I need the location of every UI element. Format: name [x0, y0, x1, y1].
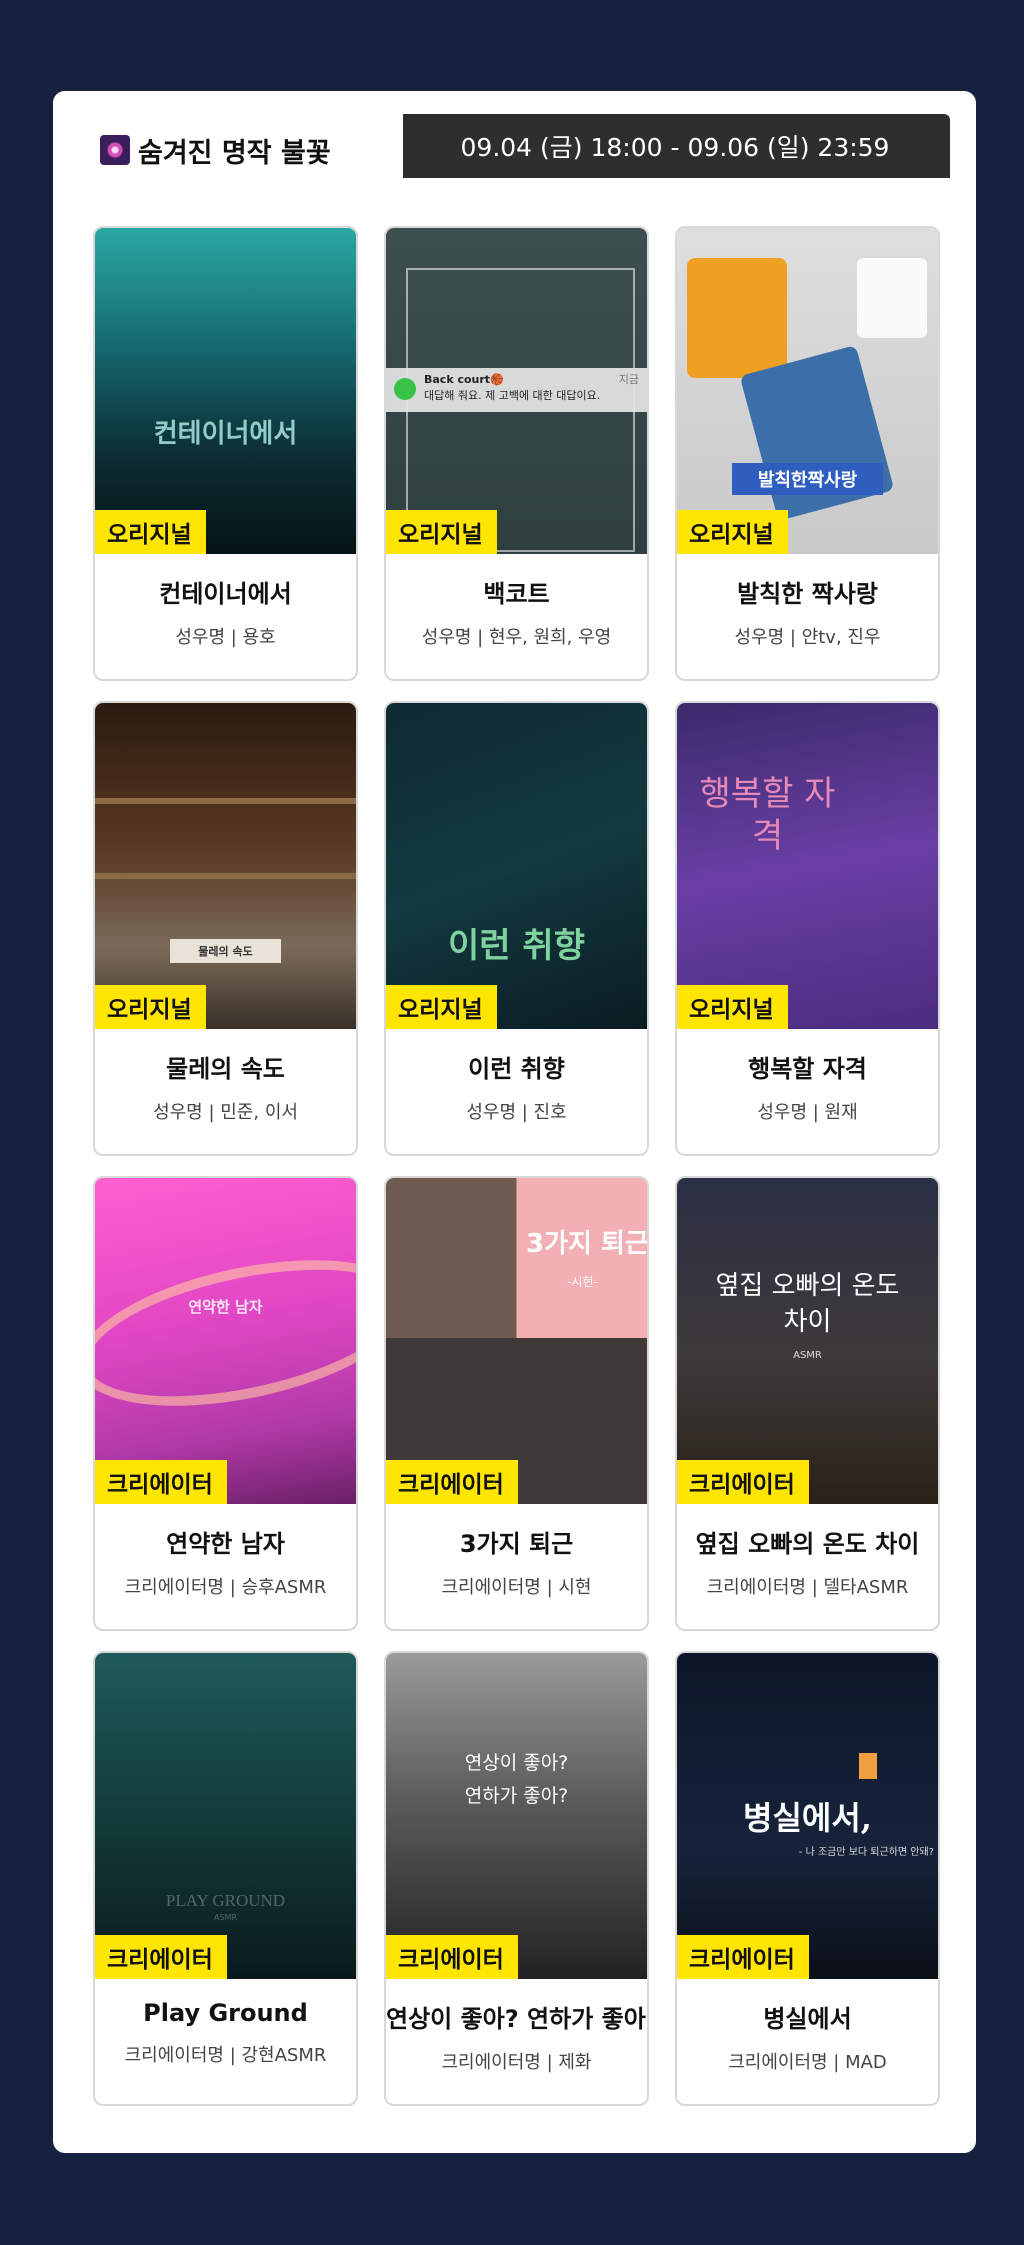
poster-title: 3가지 퇴근	[526, 1229, 647, 1259]
badge-original: 오리지널	[95, 510, 206, 554]
poster-image: PLAY GROUND ASMR 크리에이터	[95, 1653, 356, 1979]
badge-creator: 크리에이터	[677, 1935, 809, 1979]
poster-title: 옆집 오빠의 온도차이	[715, 1271, 900, 1337]
poster-image: Back court🏀 대답해 줘요. 제 고백에 대한 대답이요. 지금 오리…	[386, 228, 647, 554]
poster-image: 3가지 퇴근 -시현- 크리에이터	[386, 1178, 647, 1504]
card-cast: 크리에이터명 | 시현	[441, 1577, 592, 1598]
badge-original: 오리지널	[95, 985, 206, 1029]
event-period: 09.04 (금) 18:00 - 09.06 (일) 23:59	[460, 133, 890, 162]
card-cast: 성우명 | 원재	[757, 1102, 858, 1123]
card-cast: 크리에이터명 | 델타ASMR	[706, 1577, 909, 1598]
poster-image: 병실에서, - 나 조금만 보다 퇴근하면 안돼? 크리에이터	[677, 1653, 938, 1979]
poster-image: 옆집 오빠의 온도차이 ASMR 크리에이터	[677, 1178, 938, 1504]
content-card[interactable]: 옆집 오빠의 온도차이 ASMR 크리에이터 옆집 오빠의 온도 차이 크리에이…	[675, 1176, 940, 1631]
card-title: 백코트	[483, 580, 550, 608]
poster-subtitle: ASMR	[793, 1350, 822, 1361]
shelf	[95, 873, 356, 879]
card-title: Play Ground	[143, 1999, 308, 2027]
card-title: 발칙한 짝사랑	[737, 580, 878, 608]
poster-title: 컨테이너에서	[153, 419, 298, 449]
lit-window	[859, 1753, 877, 1779]
poster-image: 이런 취향 오리지널	[386, 703, 647, 1029]
content-card[interactable]: 연약한 남자 크리에이터 연약한 남자 크리에이터명 | 승후ASMR	[93, 1176, 358, 1631]
card-title: 물레의 속도	[166, 1055, 285, 1083]
poster-title: 행복할 자격	[699, 774, 836, 856]
content-card[interactable]: 컨테이너에서 오리지널 컨테이너에서 성우명 | 용호	[93, 226, 358, 681]
badge-original: 오리지널	[386, 985, 497, 1029]
poster-title: 연상이 좋아?	[464, 1752, 569, 1774]
card-title: 연약한 남자	[166, 1530, 285, 1558]
shelf	[95, 798, 356, 804]
poster-image: 컨테이너에서 오리지널	[95, 228, 356, 554]
content-card[interactable]: Back court🏀 대답해 줘요. 제 고백에 대한 대답이요. 지금 오리…	[384, 226, 649, 681]
card-cast: 성우명 | 현우, 원희, 우영	[421, 627, 612, 648]
content-card[interactable]: 이런 취향 오리지널 이런 취향 성우명 | 진호	[384, 701, 649, 1156]
poster-image: 연약한 남자 크리에이터	[95, 1178, 356, 1504]
card-cast: 크리에이터명 | 제화	[441, 2052, 592, 2073]
poster-image: 연상이 좋아? 연하가 좋아? 크리에이터	[386, 1653, 647, 1979]
card-cast: 크리에이터명 | 강현ASMR	[124, 2045, 327, 2066]
badge-original: 오리지널	[386, 510, 497, 554]
content-card[interactable]: 물레의 속도 오리지널 물레의 속도 성우명 | 민준, 이서	[93, 701, 358, 1156]
poster-title: 이런 취향	[448, 926, 585, 966]
badge-creator: 크리에이터	[95, 1935, 227, 1979]
ribbon-shape	[95, 1234, 356, 1432]
card-cast: 성우명 | 얀tv, 진우	[734, 627, 881, 648]
content-card[interactable]: 병실에서, - 나 조금만 보다 퇴근하면 안돼? 크리에이터 병실에서 크리에…	[675, 1651, 940, 2106]
badge-creator: 크리에이터	[677, 1460, 809, 1504]
content-grid: 컨테이너에서 오리지널 컨테이너에서 성우명 | 용호 Back court🏀 …	[93, 226, 940, 2106]
card-cast: 크리에이터명 | 승후ASMR	[124, 1577, 327, 1598]
card-title: 병실에서	[763, 2005, 852, 2033]
poster-subtitle: -시현-	[567, 1275, 598, 1289]
card-title: 연상이 좋아? 연하가 좋아?	[386, 2005, 649, 2033]
notification-title: Back court🏀	[424, 373, 504, 386]
card-title: 이런 취향	[468, 1055, 565, 1083]
poster-subtitle: - 나 조금만 보다 퇴근하면 안돼?	[798, 1847, 934, 1858]
notification-time: 지금	[618, 373, 639, 386]
content-card[interactable]: 발칙한짝사랑 오리지널 발칙한 짝사랑 성우명 | 얀tv, 진우	[675, 226, 940, 681]
poster-title: 발칙한짝사랑	[732, 463, 883, 495]
content-card[interactable]: 행복할 자격 오리지널 행복할 자격 성우명 | 원재	[675, 701, 940, 1156]
card-title: 3가지 퇴근	[459, 1530, 574, 1558]
badge-creator: 크리에이터	[95, 1460, 227, 1504]
content-card[interactable]: 3가지 퇴근 -시현- 크리에이터 3가지 퇴근 크리에이터명 | 시현	[384, 1176, 649, 1631]
section-title-text: 숨겨진 명작 불꽃	[138, 137, 331, 169]
card-title: 컨테이너에서	[159, 580, 292, 608]
shirt-illustration	[857, 258, 927, 338]
card-title: 행복할 자격	[748, 1055, 867, 1083]
poster-subtitle: ASMR	[213, 1913, 237, 1922]
card-cast: 성우명 | 용호	[175, 627, 276, 648]
message-app-icon	[394, 378, 416, 400]
content-card[interactable]: PLAY GROUND ASMR 크리에이터 Play Ground 크리에이터…	[93, 1651, 358, 2106]
card-title: 옆집 오빠의 온도 차이	[695, 1530, 920, 1558]
poster-title: 연약한 남자	[188, 1298, 263, 1316]
badge-original: 오리지널	[677, 985, 788, 1029]
badge-original: 오리지널	[677, 510, 788, 554]
poster-image: 발칙한짝사랑 오리지널	[677, 228, 938, 554]
badge-creator: 크리에이터	[386, 1935, 518, 1979]
poster-subtitle: 연하가 좋아?	[464, 1785, 569, 1807]
poster-image: 행복할 자격 오리지널	[677, 703, 938, 1029]
notification-body: 대답해 줘요. 제 고백에 대한 대답이요.	[424, 389, 601, 402]
poster-title: PLAY GROUND	[165, 1891, 286, 1910]
poster-title: 물레의 속도	[170, 939, 281, 963]
firework-icon	[100, 135, 130, 165]
card-cast: 성우명 | 진호	[466, 1102, 567, 1123]
content-card[interactable]: 연상이 좋아? 연하가 좋아? 크리에이터 연상이 좋아? 연하가 좋아? 크리…	[384, 1651, 649, 2106]
card-cast: 성우명 | 민준, 이서	[153, 1102, 298, 1123]
poster-image: 물레의 속도 오리지널	[95, 703, 356, 1029]
badge-creator: 크리에이터	[386, 1460, 518, 1504]
poster-title: 병실에서,	[743, 1799, 872, 1837]
section-title: 숨겨진 명작 불꽃	[100, 130, 331, 170]
message-notification: Back court🏀 대답해 줘요. 제 고백에 대한 대답이요. 지금	[386, 368, 647, 412]
jacket-illustration	[687, 258, 787, 378]
card-cast: 크리에이터명 | MAD	[728, 2052, 887, 2073]
